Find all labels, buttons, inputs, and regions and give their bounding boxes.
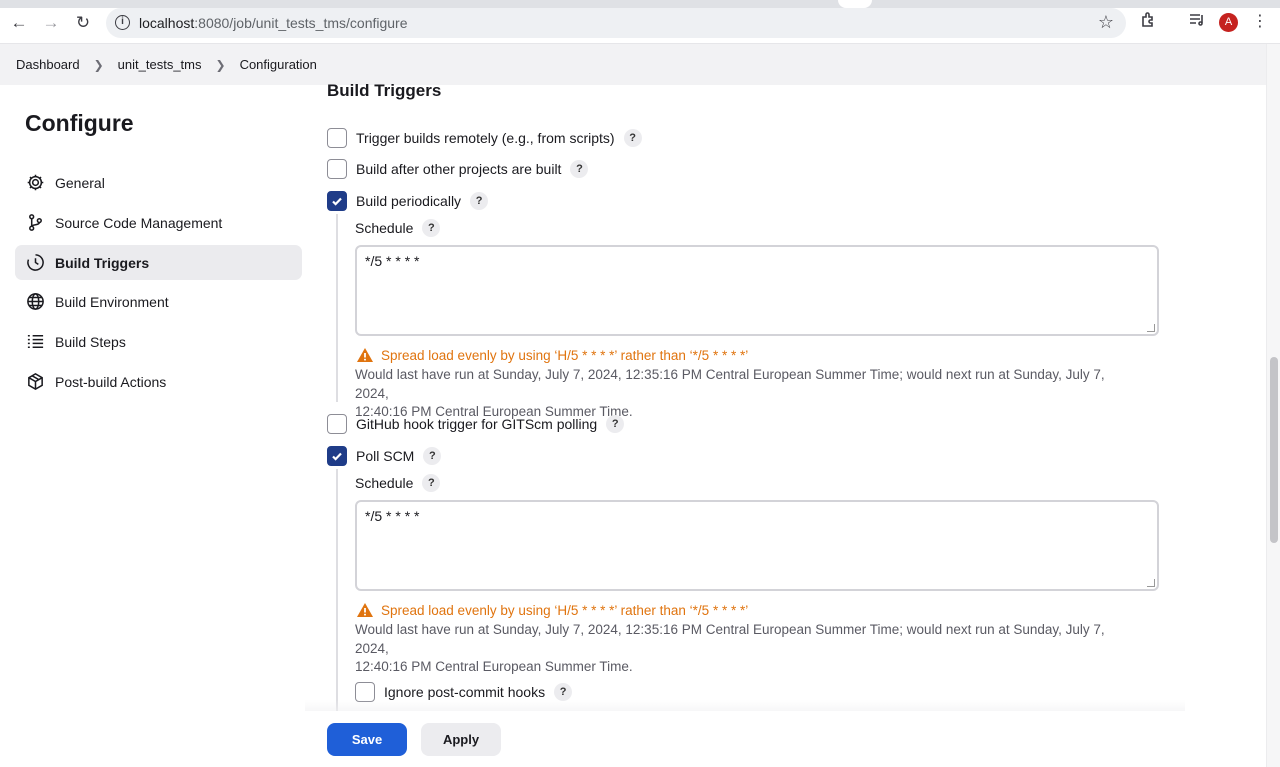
warning-icon	[357, 348, 373, 362]
poll-warning: Spread load evenly by using ‘H/5 * * * *…	[356, 602, 748, 618]
sidebar-item-build-steps[interactable]: Build Steps	[15, 324, 302, 359]
warning-icon	[357, 603, 373, 617]
build-periodically-checkbox[interactable]	[327, 191, 347, 211]
browser-toolbar: ← → ↻ i localhost:8080/job/unit_tests_tm…	[0, 0, 1280, 44]
poll-schedule-textarea[interactable]: */5 * * * *	[355, 500, 1159, 591]
breadcrumb-configuration[interactable]: Configuration	[240, 57, 317, 72]
sidebar-item-build-triggers[interactable]: Build Triggers	[15, 245, 302, 280]
poll-next-run-note: Would last have run at Sunday, July 7, 2…	[355, 621, 1115, 677]
help-icon[interactable]: ?	[470, 192, 489, 210]
bookmark-star-icon[interactable]: ☆	[1098, 12, 1114, 33]
nested-indent-line	[336, 469, 338, 711]
ignore-hooks-label[interactable]: Ignore post-commit hooks	[384, 684, 545, 700]
trigger-remote-row: Trigger builds remotely (e.g., from scri…	[327, 128, 642, 148]
help-icon[interactable]: ?	[570, 160, 589, 178]
periodic-schedule-label-row: Schedule ?	[355, 219, 441, 237]
trigger-remote-checkbox[interactable]	[327, 128, 347, 148]
sidebar-item-label: Build Steps	[55, 333, 126, 350]
apply-button[interactable]: Apply	[421, 723, 501, 756]
sidebar-item-label: Post-build Actions	[55, 373, 167, 390]
build-periodically-label[interactable]: Build periodically	[356, 193, 461, 209]
warning-text: Spread load evenly by using ‘H/5 * * * *…	[381, 347, 749, 363]
help-icon[interactable]: ?	[422, 474, 441, 492]
site-info-icon[interactable]: i	[115, 15, 130, 30]
github-hook-row: GitHub hook trigger for GITScm polling ?	[327, 414, 625, 434]
section-title: Build Triggers	[327, 81, 442, 100]
schedule-label: Schedule	[355, 220, 414, 236]
poll-scm-checkbox[interactable]	[327, 446, 347, 466]
note-line: 12:40:16 PM Central European Summer Time…	[355, 659, 633, 674]
sidebar-item-label: Source Code Management	[55, 214, 223, 231]
extensions-icon[interactable]	[1138, 11, 1160, 33]
github-hook-label[interactable]: GitHub hook trigger for GITScm polling	[356, 416, 597, 432]
poll-schedule-label-row: Schedule ?	[355, 474, 441, 492]
schedule-label: Schedule	[355, 475, 414, 491]
url-text[interactable]: localhost:8080/job/unit_tests_tms/config…	[139, 15, 408, 31]
forward-icon[interactable]: →	[40, 12, 62, 34]
scrollbar-thumb[interactable]	[1270, 357, 1278, 543]
ignore-hooks-row: Ignore post-commit hooks ?	[355, 682, 573, 702]
checkmark-icon	[332, 452, 342, 461]
sidebar-item-label: Build Environment	[55, 293, 169, 310]
note-line: Would last have run at Sunday, July 7, 2…	[355, 622, 1105, 656]
gear-icon	[25, 173, 45, 193]
globe-icon	[25, 292, 45, 312]
sidebar-item-general[interactable]: General	[15, 165, 302, 200]
chevron-right-icon: ❯	[215, 57, 226, 72]
save-button[interactable]: Save	[327, 723, 407, 756]
resize-grip-icon[interactable]	[1147, 324, 1155, 332]
sidebar-item-label: Build Triggers	[55, 254, 150, 271]
menu-dots-icon[interactable]: ⋮	[1249, 11, 1271, 33]
resize-grip-icon[interactable]	[1147, 579, 1155, 587]
address-bar[interactable]: i localhost:8080/job/unit_tests_tms/conf…	[106, 8, 1126, 38]
trigger-remote-label[interactable]: Trigger builds remotely (e.g., from scri…	[356, 130, 615, 146]
clock-icon	[25, 253, 45, 273]
help-icon[interactable]: ?	[422, 219, 441, 237]
poll-scm-row: Poll SCM ?	[327, 446, 442, 466]
periodic-warning: Spread load evenly by using ‘H/5 * * * *…	[356, 347, 748, 363]
ignore-hooks-checkbox[interactable]	[355, 682, 375, 702]
build-periodically-row: Build periodically ?	[327, 191, 489, 211]
periodic-schedule-textarea[interactable]: */5 * * * *	[355, 245, 1159, 336]
build-after-checkbox[interactable]	[327, 159, 347, 179]
nested-indent-line	[336, 214, 338, 402]
help-icon[interactable]: ?	[623, 129, 642, 147]
breadcrumb-dashboard[interactable]: Dashboard	[16, 57, 80, 72]
sidebar-item-build-environment[interactable]: Build Environment	[15, 284, 302, 319]
breadcrumb-job[interactable]: unit_tests_tms	[118, 57, 202, 72]
help-icon[interactable]: ?	[606, 415, 625, 433]
profile-avatar[interactable]: A	[1219, 13, 1238, 32]
warning-text: Spread load evenly by using ‘H/5 * * * *…	[381, 602, 749, 618]
breadcrumb: Dashboard ❯ unit_tests_tms ❯ Configurati…	[0, 44, 1266, 85]
note-line: Would last have run at Sunday, July 7, 2…	[355, 367, 1105, 401]
sidebar-item-post-build-actions[interactable]: Post-build Actions	[15, 364, 302, 399]
sidebar-item-source-code-management[interactable]: Source Code Management	[15, 205, 302, 240]
page-title: Configure	[25, 110, 134, 136]
chevron-right-icon: ❯	[93, 57, 104, 72]
build-after-label[interactable]: Build after other projects are built	[356, 161, 561, 177]
reload-icon[interactable]: ↻	[72, 12, 94, 34]
help-icon[interactable]: ?	[423, 447, 442, 465]
checkmark-icon	[332, 197, 342, 206]
poll-scm-label[interactable]: Poll SCM	[356, 448, 414, 464]
tab-strip	[0, 0, 1280, 8]
back-icon[interactable]: ←	[8, 12, 30, 34]
poll-schedule-value: */5 * * * *	[365, 508, 420, 524]
package-icon	[25, 372, 45, 392]
branch-icon	[25, 213, 45, 233]
list-icon	[25, 332, 45, 352]
bottom-action-bar	[0, 711, 1266, 767]
media-queue-icon[interactable]	[1186, 11, 1208, 33]
github-hook-checkbox[interactable]	[327, 414, 347, 434]
periodic-schedule-value: */5 * * * *	[365, 253, 420, 269]
help-icon[interactable]: ?	[554, 683, 573, 701]
build-after-row: Build after other projects are built ?	[327, 159, 589, 179]
sidebar-item-label: General	[55, 174, 105, 191]
page-scrollbar[interactable]	[1266, 44, 1280, 767]
